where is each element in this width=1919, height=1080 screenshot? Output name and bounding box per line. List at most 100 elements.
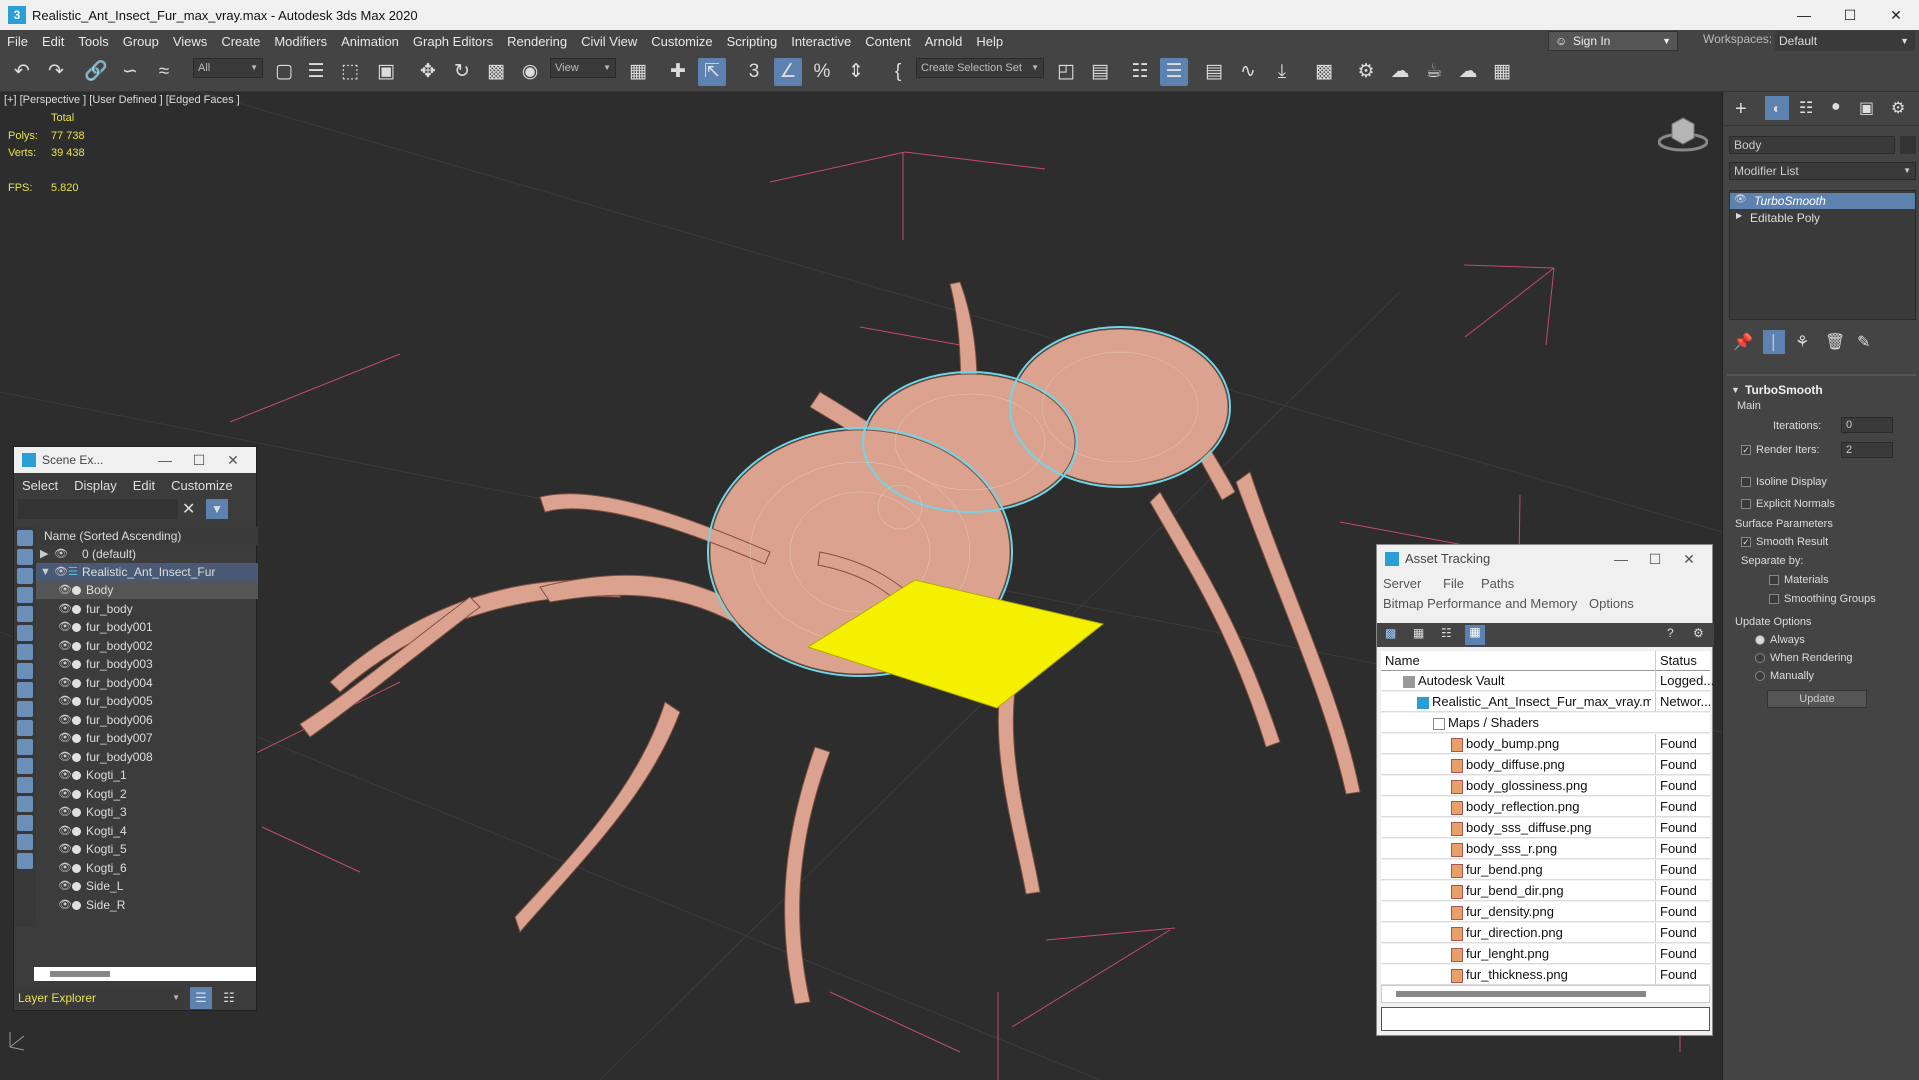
render-production-icon[interactable]: ☕ [1420, 58, 1448, 86]
close-button[interactable]: ✕ [1672, 545, 1706, 573]
menu-edit[interactable]: Edit [35, 34, 71, 49]
curve-editor-icon[interactable]: ∿ [1234, 58, 1262, 86]
render-iters-spinner[interactable]: 2 [1841, 442, 1893, 458]
explorer-type-dropdown[interactable]: Layer Explorer ▼ [14, 987, 184, 1009]
reference-coordinate-dropdown[interactable]: View ▼ [550, 58, 616, 78]
show-end-result-icon[interactable]: │ [1763, 330, 1785, 354]
close-button[interactable]: ✕ [216, 447, 250, 473]
grid-view-icon[interactable]: ▦ [1465, 625, 1485, 645]
filter-toggle-icon[interactable] [17, 834, 33, 850]
manually-row[interactable]: Manually [1755, 670, 1814, 682]
collapse-icon[interactable]: ▼ [40, 563, 51, 581]
object-row[interactable]: 👁 Kogti_3 [36, 803, 258, 821]
menu-scripting[interactable]: Scripting [720, 34, 785, 49]
asset-row[interactable]: fur_thickness.png Found [1381, 965, 1710, 985]
object-row[interactable]: 👁 fur_body006 [36, 711, 258, 729]
select-manipulate-icon[interactable]: ✚ [664, 58, 692, 86]
material-editor-icon[interactable]: ▩ [1310, 58, 1338, 86]
open-a360-gallery-icon[interactable]: ▦ [1488, 58, 1516, 86]
hierarchy-tab-icon[interactable]: ☷ [1799, 98, 1813, 118]
eye-icon[interactable]: 👁 [58, 877, 72, 895]
menu-help[interactable]: Help [969, 34, 1010, 49]
spinner-snap-icon[interactable]: ⇕ [842, 58, 870, 86]
menu-create[interactable]: Create [214, 34, 267, 49]
iterations-spinner[interactable]: 0 [1841, 417, 1893, 433]
layer-explorer-icon[interactable]: ☰ [190, 987, 212, 1009]
eye-icon[interactable]: 👁 [58, 785, 72, 803]
asset-row[interactable]: body_bump.png Found [1381, 734, 1710, 754]
workspace-dropdown[interactable]: Default ▼ [1775, 31, 1915, 51]
object-color-swatch[interactable] [1900, 136, 1916, 154]
isoline-display-row[interactable]: Isoline Display [1741, 476, 1827, 488]
object-row[interactable]: 👁 fur_body004 [36, 674, 258, 692]
minimize-button[interactable]: — [1781, 0, 1827, 30]
always-radio[interactable] [1755, 635, 1765, 646]
stack-item-turbosmooth[interactable]: 👁 TurboSmooth [1730, 193, 1915, 209]
layer-row[interactable]: ▶ 👁 0 (default) [36, 545, 258, 563]
asset-row[interactable]: body_sss_r.png Found [1381, 839, 1710, 859]
toggle-scene-explorer-icon[interactable]: ☷ [1126, 58, 1154, 86]
select-by-name-icon[interactable]: ☰ [302, 58, 330, 86]
menu-server[interactable]: Server [1383, 576, 1421, 591]
eye-icon[interactable]: 👁 [58, 822, 72, 840]
window-crossing-icon[interactable]: ▣ [372, 58, 400, 86]
undo-icon[interactable]: ↶ [8, 58, 36, 86]
align-icon[interactable]: ▤ [1086, 58, 1114, 86]
display-bones-icon[interactable] [17, 701, 33, 717]
eye-icon[interactable]: 👁 [58, 581, 72, 599]
display-containers-icon[interactable] [17, 720, 33, 736]
object-row[interactable]: 👁 fur_body005 [36, 692, 258, 710]
display-geometry-icon[interactable] [17, 549, 33, 565]
help-icon[interactable]: ? [1667, 626, 1674, 640]
rollout-title[interactable]: TurboSmooth [1745, 383, 1823, 397]
table-icon[interactable]: ☷ [1441, 626, 1452, 640]
display-lights-icon[interactable] [17, 587, 33, 603]
eye-icon[interactable]: 👁 [54, 545, 68, 563]
eye-icon[interactable]: 👁 [58, 896, 72, 914]
menu-customize[interactable]: Customize [163, 478, 240, 493]
clear-search-icon[interactable]: ✕ [182, 499, 195, 519]
eye-icon[interactable]: 👁 [58, 766, 72, 784]
select-object-icon[interactable]: ▢ [270, 58, 298, 86]
smooth-result-row[interactable]: ✓ Smooth Result [1741, 536, 1828, 548]
asset-row[interactable]: Realistic_Ant_Insect_Fur_max_vray.max Net… [1381, 692, 1711, 712]
menu-arnold[interactable]: Arnold [918, 34, 970, 49]
display-cameras-icon[interactable] [17, 606, 33, 622]
menu-options[interactable]: Options [1589, 596, 1634, 611]
toggle-layer-explorer-icon[interactable]: ☰ [1160, 58, 1188, 86]
object-row[interactable]: 👁 fur_body008 [36, 748, 258, 766]
menu-display[interactable]: Display [66, 478, 125, 493]
pivot-center-icon[interactable]: ▦ [624, 58, 652, 86]
object-row[interactable]: 👁 Side_R [36, 896, 258, 914]
object-row[interactable]: 👁 Side_L [36, 877, 258, 895]
modifier-list-dropdown[interactable]: Modifier List ▼ [1729, 162, 1916, 180]
filter-icon[interactable]: ▼ [206, 499, 228, 519]
asset-row[interactable]: body_sss_diffuse.png Found [1381, 818, 1710, 838]
rotate-icon[interactable]: ↻ [448, 58, 476, 86]
object-row[interactable]: 👁 Kogti_4 [36, 822, 258, 840]
move-icon[interactable]: ✥ [414, 58, 442, 86]
eye-icon[interactable]: 👁 [58, 655, 72, 673]
create-selection-set-dropdown[interactable]: Create Selection Set ▼ [916, 58, 1044, 78]
menu-bitmap-performance[interactable]: Bitmap Performance and Memory [1383, 596, 1577, 611]
menu-edit[interactable]: Edit [125, 478, 163, 493]
menu-animation[interactable]: Animation [334, 34, 406, 49]
asset-tracking-titlebar[interactable]: Asset Tracking — ☐ ✕ [1377, 545, 1712, 573]
object-row[interactable]: 👁 Kogti_6 [36, 859, 258, 877]
eye-icon[interactable]: 👁 [58, 729, 72, 747]
maximize-button[interactable]: ☐ [182, 447, 216, 473]
display-xrefs-icon[interactable] [17, 682, 33, 698]
scene-explorer-titlebar[interactable]: Scene Ex... — ☐ ✕ [14, 447, 256, 473]
object-row[interactable]: 👁 Kogti_5 [36, 840, 258, 858]
render-iters-checkbox[interactable]: ✓ [1741, 445, 1751, 456]
selection-filter-dropdown[interactable]: All ▼ [193, 58, 263, 78]
eye-icon[interactable]: 👁 [1734, 194, 1747, 205]
modify-tab-icon[interactable]: ◐ [1765, 96, 1789, 120]
expand-icon[interactable]: ▶ [40, 545, 48, 563]
sign-in-dropdown[interactable]: ☺ Sign In ▼ [1548, 31, 1678, 51]
list-icon[interactable]: ▦ [1413, 626, 1424, 640]
menu-paths[interactable]: Paths [1481, 576, 1514, 591]
display-tab-icon[interactable]: ▣ [1859, 98, 1874, 118]
scale-icon[interactable]: ▩ [482, 58, 510, 86]
eye-icon[interactable]: 👁 [58, 711, 72, 729]
